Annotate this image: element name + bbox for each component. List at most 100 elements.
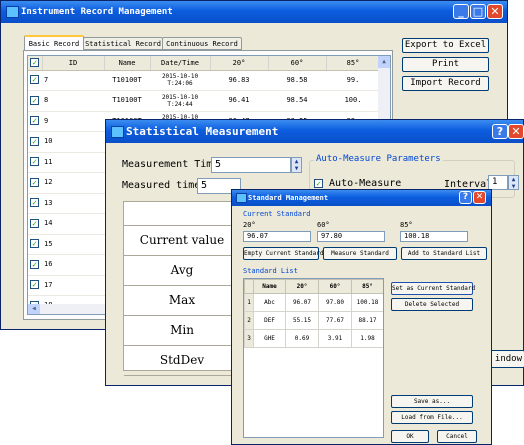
tab-0[interactable]: Basic Record bbox=[24, 35, 84, 51]
ok-button[interactable]: OK bbox=[391, 430, 429, 443]
scroll-left-icon[interactable]: ◀ bbox=[28, 304, 40, 314]
check-icon[interactable]: ✓ bbox=[30, 177, 39, 187]
row-cell-v20: 96.41 bbox=[210, 90, 268, 112]
check-icon[interactable]: ✓ bbox=[30, 58, 40, 68]
table-row[interactable]: 2 DEF 55.15 77.67 88.17 bbox=[244, 311, 383, 330]
check-icon[interactable]: ✓ bbox=[30, 75, 39, 85]
grid-header-cell[interactable]: Date/Time bbox=[150, 56, 211, 71]
row-cell-id: 7 bbox=[42, 70, 104, 91]
current-85-input[interactable]: 100.18 bbox=[400, 231, 468, 242]
row-checkbox-cell[interactable]: ✓ bbox=[28, 275, 42, 296]
help-icon[interactable]: ? bbox=[459, 191, 472, 204]
import-record-button[interactable]: Import Record bbox=[402, 76, 489, 91]
std-titlebar[interactable]: Standard Management ? ✕ bbox=[232, 190, 491, 206]
check-icon[interactable]: ✓ bbox=[30, 280, 39, 290]
check-icon[interactable]: ✓ bbox=[30, 136, 39, 146]
table-row[interactable]: 1 Abc 96.07 97.80 100.18 bbox=[244, 293, 383, 312]
standard-management-window: Standard Management ? ✕ Current Standard… bbox=[231, 189, 492, 445]
current-20-input[interactable]: 96.07 bbox=[243, 231, 311, 242]
interval-spinner[interactable]: ▲ ▼ bbox=[508, 175, 519, 190]
row-cell-id: 11 bbox=[42, 152, 104, 173]
check-icon[interactable]: ✓ bbox=[30, 157, 39, 167]
set-as-current-standard-button[interactable]: Set as Current Standard bbox=[391, 282, 475, 295]
grid-header-cell[interactable]: 60° bbox=[268, 56, 327, 71]
measure-standard-button[interactable]: Measure Standard bbox=[323, 247, 397, 260]
row-cell-v85: 100. bbox=[326, 90, 380, 112]
close-icon[interactable]: ✕ bbox=[487, 4, 503, 19]
measurement-times-spinner[interactable]: ▲ ▼ bbox=[291, 157, 302, 173]
window-button[interactable]: indow bbox=[489, 350, 524, 368]
app-icon bbox=[111, 126, 124, 138]
std-cell-v85: 1.98 bbox=[351, 329, 383, 348]
table-row[interactable]: 3 GHE 0.69 3.91 1.98 bbox=[244, 329, 383, 348]
check-icon[interactable]: ✓ bbox=[30, 116, 39, 126]
grid-header-cell[interactable]: 20° bbox=[210, 56, 269, 71]
angle-label-60: 60° bbox=[317, 221, 330, 229]
std-header-cell[interactable] bbox=[244, 279, 254, 294]
std-cell-name: DEF bbox=[253, 311, 286, 330]
stat-titlebar[interactable]: Statistical Measurement ? ✕ bbox=[106, 120, 524, 143]
row-checkbox-cell[interactable]: ✓ bbox=[28, 90, 42, 112]
check-icon[interactable]: ✓ bbox=[314, 178, 323, 188]
help-icon[interactable]: ? bbox=[492, 124, 508, 139]
std-header-cell[interactable]: 85° bbox=[351, 279, 383, 294]
minimize-icon[interactable]: _ bbox=[453, 4, 469, 19]
table-row[interactable]: ✓ 8 T10100T 2015-10-10 T:24:44 96.41 98.54 100… bbox=[28, 90, 380, 112]
row-cell-id: 8 bbox=[42, 90, 104, 112]
grid-header-cell[interactable]: ID bbox=[42, 56, 105, 71]
export-excel-button[interactable]: Export to Excel bbox=[402, 38, 489, 53]
interval-input[interactable]: 1 bbox=[488, 175, 508, 190]
load-from-file-button[interactable]: Load from File... bbox=[391, 411, 473, 424]
tab-2[interactable]: Continuous Record bbox=[162, 37, 242, 50]
app-icon bbox=[6, 6, 19, 18]
tab-1[interactable]: Statistical Record bbox=[83, 37, 163, 50]
spin-down-icon[interactable]: ▼ bbox=[509, 183, 518, 190]
row-checkbox-cell[interactable]: ✓ bbox=[28, 213, 42, 235]
measurement-times-input[interactable]: 5 bbox=[211, 157, 291, 173]
save-as-button[interactable]: Save as... bbox=[391, 395, 473, 408]
row-cell-v85: 99. bbox=[326, 70, 380, 91]
add-to-standard-list-button[interactable]: Add to Standard List bbox=[401, 247, 487, 260]
check-icon[interactable]: ✓ bbox=[30, 239, 39, 249]
auto-measure-checkbox[interactable]: ✓ Auto-Measure bbox=[314, 178, 401, 189]
std-cell-v20: 55.15 bbox=[285, 311, 319, 330]
delete-selected-button[interactable]: Delete Selected bbox=[391, 298, 473, 311]
close-icon[interactable]: ✕ bbox=[508, 124, 524, 139]
row-checkbox-cell[interactable]: ✓ bbox=[28, 172, 42, 194]
auto-measure-label: Auto-Measure bbox=[329, 178, 402, 189]
std-header-cell[interactable]: 20° bbox=[285, 279, 319, 294]
std-cell-v60: 77.67 bbox=[318, 311, 352, 330]
close-icon[interactable]: ✕ bbox=[473, 191, 486, 204]
main-titlebar[interactable]: Instrument Record Management _ □ ✕ bbox=[1, 1, 507, 23]
scroll-up-icon[interactable]: ▲ bbox=[378, 56, 390, 68]
row-checkbox-cell[interactable]: ✓ bbox=[28, 193, 42, 214]
grid-header-cell[interactable]: ✓ bbox=[28, 56, 43, 71]
grid-header-cell[interactable]: Name bbox=[104, 56, 151, 71]
standard-list-grid[interactable]: Name 20° 60° 85° 1 Abc 96.07 97.80 100.18 2 DEF 55.… bbox=[243, 278, 384, 438]
table-row[interactable]: ✓ 7 T10100T 2015-10-10 T:24:06 96.83 98.58 99. bbox=[28, 70, 380, 91]
row-checkbox-cell[interactable]: ✓ bbox=[28, 254, 42, 276]
check-icon[interactable]: ✓ bbox=[30, 259, 39, 269]
row-checkbox-cell[interactable]: ✓ bbox=[28, 70, 42, 91]
spin-up-icon[interactable]: ▲ bbox=[292, 158, 301, 165]
row-checkbox-cell[interactable]: ✓ bbox=[28, 111, 42, 132]
row-checkbox-cell[interactable]: ✓ bbox=[28, 131, 42, 153]
std-title: Standard Management bbox=[248, 194, 329, 202]
stat-row-0: Current value bbox=[124, 226, 240, 256]
grid-header-cell[interactable]: 85° bbox=[326, 56, 381, 71]
check-icon[interactable]: ✓ bbox=[30, 95, 39, 105]
std-header-cell[interactable]: Name bbox=[253, 279, 286, 294]
current-60-input[interactable]: 97.80 bbox=[317, 231, 385, 242]
angle-label-85: 85° bbox=[400, 221, 413, 229]
cancel-button[interactable]: Cancel bbox=[437, 430, 477, 443]
print-button[interactable]: Print bbox=[402, 57, 489, 72]
empty-current-standard-button[interactable]: Empty Current Standard bbox=[243, 247, 323, 260]
std-header-cell[interactable]: 60° bbox=[318, 279, 352, 294]
check-icon[interactable]: ✓ bbox=[30, 198, 39, 208]
maximize-icon[interactable]: □ bbox=[470, 4, 486, 19]
std-cell-v60: 3.91 bbox=[318, 329, 352, 348]
row-checkbox-cell[interactable]: ✓ bbox=[28, 234, 42, 255]
row-checkbox-cell[interactable]: ✓ bbox=[28, 152, 42, 173]
check-icon[interactable]: ✓ bbox=[30, 218, 39, 228]
spin-down-icon[interactable]: ▼ bbox=[292, 165, 301, 172]
